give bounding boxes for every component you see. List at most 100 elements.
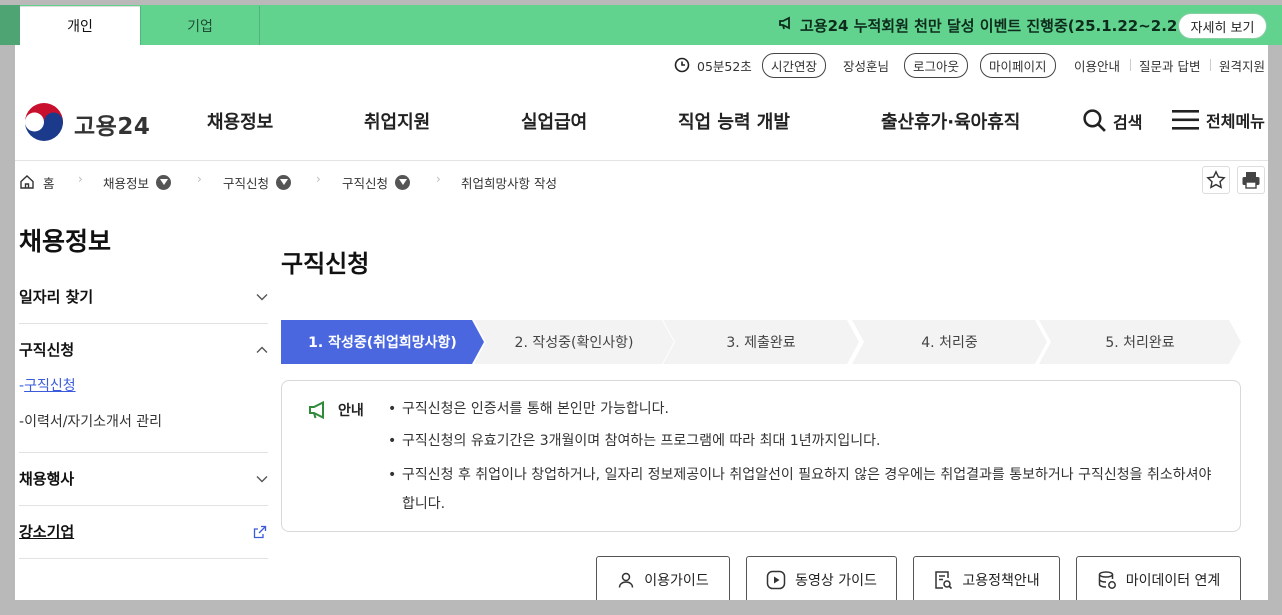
employment-policy-button[interactable]: 고용정책안내 <box>913 556 1060 604</box>
sidebar-divider <box>19 505 268 506</box>
breadcrumb-jobs-label: 채용정보 <box>103 175 150 191</box>
mypage-button[interactable]: 마이페이지 <box>980 52 1056 78</box>
chevron-down-icon <box>256 293 268 301</box>
breadcrumb-apply-sub[interactable]: 구직신청 <box>342 172 411 192</box>
sidebar-subitem-resume[interactable]: -이력서/자기소개서 관리 <box>19 411 162 431</box>
notice-bullet-text: 구직신청 후 취업이나 창업하거나, 일자리 정보제공이나 취업알선이 필요하지… <box>402 467 1212 512</box>
event-notice[interactable]: 고용24 누적회원 천만 달성 이벤트 진행중(25.1.22~2.21) <box>778 5 1195 45</box>
util-link-qna[interactable]: 질문과 답변 <box>1139 56 1200 75</box>
all-menu-label: 전체메뉴 <box>1206 112 1265 131</box>
gnb-item-parental-leave[interactable]: 출산휴가·육아휴직 <box>881 108 1020 134</box>
megaphone-icon <box>778 15 794 35</box>
gnb-item-jobs[interactable]: 채용정보 <box>207 108 273 134</box>
notice-bullet-text: 구직신청은 인증서를 통해 본인만 가능합니다. <box>402 401 669 417</box>
header-divider <box>15 160 1268 161</box>
sidebar-item-label: 강소기업 <box>19 523 75 541</box>
video-guide-button[interactable]: 동영상 가이드 <box>746 556 897 604</box>
gnb-item-skills-development[interactable]: 직업 능력 개발 <box>678 108 790 134</box>
divider <box>1130 59 1131 71</box>
breadcrumb-jobs[interactable]: 채용정보 <box>103 172 172 192</box>
sidebar-item-job-search[interactable]: 일자리 찾기 <box>19 286 268 307</box>
megaphone-icon <box>307 400 329 420</box>
dropdown-icon[interactable] <box>276 174 292 190</box>
dropdown-icon[interactable] <box>395 174 411 190</box>
logout-button[interactable]: 로그아웃 <box>904 52 969 78</box>
notice-label-text: 안내 <box>338 403 364 419</box>
home-icon <box>19 174 35 190</box>
divider <box>1210 59 1211 71</box>
database-icon <box>1097 570 1117 590</box>
step-5: 5. 처리완료 <box>1039 320 1241 364</box>
chevron-up-icon <box>256 346 268 354</box>
sidebar-item-job-events[interactable]: 채용행사 <box>19 468 268 489</box>
sidebar-item-label: 구직신청 <box>19 341 75 359</box>
breadcrumb-apply-label: 구직신청 <box>223 175 270 191</box>
clock-icon <box>674 57 690 73</box>
search-button[interactable]: 검색 <box>1082 108 1142 133</box>
breadcrumb-current: 취업희망사항 작성 <box>461 172 557 192</box>
step-label: 5. 처리완료 <box>1105 335 1175 351</box>
chevron-right-icon: › <box>78 172 83 186</box>
print-button[interactable] <box>1237 166 1265 194</box>
print-icon <box>1241 170 1261 190</box>
breadcrumb-current-label: 취업희망사항 작성 <box>461 175 557 191</box>
breadcrumb-apply[interactable]: 구직신청 <box>223 172 292 192</box>
step-1: 1. 작성중(취업희망사항) <box>281 320 484 364</box>
chevron-down-icon <box>256 475 268 483</box>
util-link-guide[interactable]: 이용안내 <box>1074 56 1120 75</box>
step-label: 3. 제출완료 <box>726 335 796 351</box>
search-label: 검색 <box>1113 112 1143 132</box>
sidebar-divider <box>19 323 268 324</box>
tab-business[interactable]: 기업 <box>140 6 260 45</box>
viewport-edge <box>0 600 1282 615</box>
notice-bullet: 구직신청의 유효기간은 3개월이며 참여하는 프로그램에 따라 최대 1년까지입… <box>388 429 1218 453</box>
step-label: 4. 처리중 <box>921 335 978 351</box>
sidebar-item-job-application[interactable]: 구직신청 <box>19 339 268 360</box>
dropdown-icon[interactable] <box>156 174 172 190</box>
sidebar-subitem-label: 이력서/자기소개서 관리 <box>24 414 163 430</box>
gnb-item-unemployment-benefit[interactable]: 실업급여 <box>521 108 587 134</box>
breadcrumb-home-label: 홈 <box>43 175 55 191</box>
extend-session-button[interactable]: 시간연장 <box>762 52 827 78</box>
search-icon <box>1082 108 1107 133</box>
chevron-right-icon: › <box>316 172 321 186</box>
gnb-item-employment-support[interactable]: 취업지원 <box>364 108 430 134</box>
all-menu-button[interactable]: 전체메뉴 <box>1172 108 1265 132</box>
browser-frame: 개인 기업 고용24 누적회원 천만 달성 이벤트 진행중(25.1.22~2.… <box>0 0 1282 615</box>
step-label: 2. 작성중(확인사항) <box>514 335 634 351</box>
sidebar-item-label: 일자리 찾기 <box>19 288 94 306</box>
mydata-link-button[interactable]: 마이데이터 연계 <box>1076 556 1241 604</box>
external-link-icon <box>252 524 268 540</box>
button-label: 동영상 가이드 <box>795 573 877 589</box>
session-timer: 05분52초 <box>674 52 752 78</box>
person-icon <box>617 571 635 589</box>
breadcrumb-home[interactable]: 홈 <box>19 172 55 192</box>
progress-steps: 1. 작성중(취업희망사항) 2. 작성중(확인사항) 3. 제출완료 4. 처… <box>281 320 1241 364</box>
event-notice-text: 고용24 누적회원 천만 달성 이벤트 진행중(25.1.22~2.21) <box>800 16 1195 35</box>
step-3: 3. 제출완료 <box>663 320 859 364</box>
sidebar-item-strong-companies[interactable]: 강소기업 <box>19 521 268 542</box>
favorite-button[interactable] <box>1202 166 1230 194</box>
user-guide-button[interactable]: 이용가이드 <box>596 556 730 604</box>
timer-text: 05분52초 <box>697 58 752 74</box>
sidebar-title: 채용정보 <box>19 227 112 256</box>
step-label: 1. 작성중(취업희망사항) <box>308 335 457 351</box>
document-search-icon <box>933 570 953 590</box>
chevron-right-icon: › <box>197 172 202 186</box>
event-detail-button[interactable]: 자세히 보기 <box>1178 13 1267 39</box>
step-4: 4. 처리중 <box>852 320 1047 364</box>
util-link-remote[interactable]: 원격지원 <box>1219 56 1265 75</box>
chevron-right-icon: › <box>436 172 441 186</box>
button-label: 마이데이터 연계 <box>1125 573 1221 589</box>
button-label: 고용정책안내 <box>962 573 1040 589</box>
hamburger-icon <box>1172 109 1199 131</box>
site-logo[interactable]: 고용24 <box>22 102 150 146</box>
play-icon <box>766 570 786 590</box>
sidebar-subitem-label: 구직신청 <box>24 378 76 394</box>
notice-label: 안내 <box>307 400 364 420</box>
notice-bullet: 구직신청은 인증서를 통해 본인만 가능합니다. <box>388 397 1218 421</box>
sidebar-subitem-job-application[interactable]: -구직신청 <box>19 375 76 395</box>
button-label: 이용가이드 <box>644 573 709 589</box>
tab-personal[interactable]: 개인 <box>20 6 140 45</box>
notice-bullet: 구직신청 후 취업이나 창업하거나, 일자리 정보제공이나 취업알선이 필요하지… <box>388 461 1218 519</box>
